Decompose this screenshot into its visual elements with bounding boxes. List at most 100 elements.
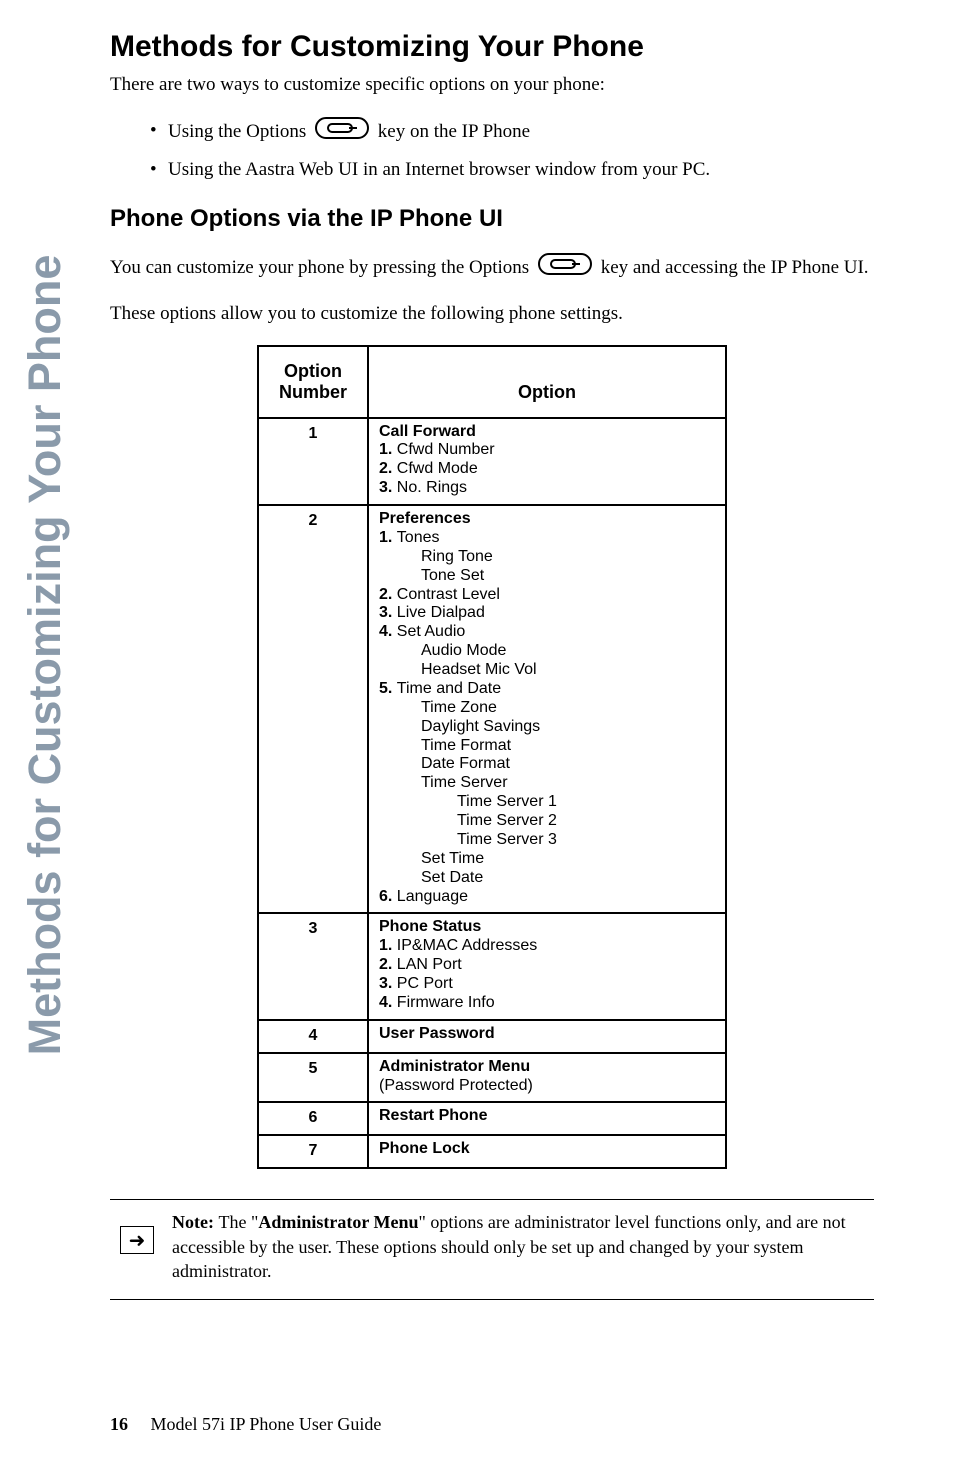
- subsection-title: Phone Options via the IP Phone UI: [110, 205, 874, 233]
- option-title: Administrator Menu: [379, 1058, 715, 1077]
- table-cell-option: Restart Phone: [368, 1102, 726, 1135]
- option-subline2: Time Server 2: [379, 812, 715, 831]
- table-cell-option: Phone Lock: [368, 1135, 726, 1168]
- table-cell-number: 5: [258, 1053, 368, 1103]
- option-line: 2. LAN Port: [379, 956, 715, 975]
- table-cell-option: Call Forward1. Cfwd Number2. Cfwd Mode3.…: [368, 418, 726, 506]
- table-row: 3Phone Status1. IP&MAC Addresses2. LAN P…: [258, 913, 726, 1019]
- side-tab: Methods for Customizing Your Phone: [10, 30, 80, 1280]
- option-line-number: 5.: [379, 680, 397, 697]
- table-cell-number: 1: [258, 418, 368, 506]
- table-row: 5Administrator Menu(Password Protected): [258, 1053, 726, 1103]
- option-subline: Audio Mode: [379, 642, 715, 661]
- bullet-item: Using the Aastra Web UI in an Internet b…: [150, 156, 874, 185]
- body1-post: key and accessing the IP Phone UI.: [601, 257, 869, 278]
- option-line-number: 2.: [379, 586, 397, 603]
- option-line-number: 4.: [379, 994, 397, 1011]
- option-line: 1. Tones: [379, 529, 715, 548]
- option-title: Preferences: [379, 510, 715, 529]
- table-cell-option: Preferences1. TonesRing ToneTone Set2. C…: [368, 505, 726, 913]
- table-header-number: Option Number: [258, 346, 368, 418]
- option-title: Restart Phone: [379, 1107, 715, 1126]
- table-row: 7 Phone Lock: [258, 1135, 726, 1168]
- option-subline2: Time Server 3: [379, 831, 715, 850]
- table-header-option: Option: [368, 346, 726, 418]
- option-subline: Daylight Savings: [379, 718, 715, 737]
- options-key-icon: [538, 253, 592, 285]
- table-cell-number: 2: [258, 505, 368, 913]
- table-row: 1Call Forward1. Cfwd Number2. Cfwd Mode3…: [258, 418, 726, 506]
- option-subline: Tone Set: [379, 567, 715, 586]
- option-subline2: Time Server 1: [379, 793, 715, 812]
- bullet-text-pre: Using the Aastra Web UI in an Internet b…: [168, 159, 710, 180]
- option-subline: Time Server: [379, 774, 715, 793]
- table-row: 4 User Password: [258, 1020, 726, 1053]
- page-footer: 16 Model 57i IP Phone User Guide: [110, 1414, 381, 1435]
- note-block: ➜ Note: The "Administrator Menu" options…: [110, 1199, 874, 1300]
- option-subline: Date Format: [379, 755, 715, 774]
- body-text-1: You can customize your phone by pressing…: [110, 253, 874, 285]
- option-line: 4. Firmware Info: [379, 994, 715, 1013]
- table-header-row: Option Number Option: [258, 346, 726, 418]
- option-title: Phone Status: [379, 918, 715, 937]
- note-pre: The ": [218, 1212, 258, 1232]
- page-title: Methods for Customizing Your Phone: [110, 30, 874, 64]
- table-cell-option: User Password: [368, 1020, 726, 1053]
- side-tab-text: Methods for Customizing Your Phone: [19, 255, 71, 1056]
- option-line-number: 2.: [379, 956, 397, 973]
- bullet-list: Using the Options key on the IP Phone Us…: [150, 117, 874, 185]
- footer-text: Model 57i IP Phone User Guide: [151, 1414, 382, 1434]
- options-key-icon: [315, 117, 369, 149]
- option-line: 1. Cfwd Number: [379, 441, 715, 460]
- option-title: Call Forward: [379, 423, 715, 442]
- option-plain: (Password Protected): [379, 1077, 715, 1096]
- option-line: 3. Live Dialpad: [379, 604, 715, 623]
- table-cell-number: 4: [258, 1020, 368, 1053]
- option-title: Phone Lock: [379, 1140, 715, 1159]
- table-cell-option: Phone Status1. IP&MAC Addresses2. LAN Po…: [368, 913, 726, 1019]
- option-subline: Headset Mic Vol: [379, 661, 715, 680]
- option-subline: Ring Tone: [379, 548, 715, 567]
- option-subline: Time Zone: [379, 699, 715, 718]
- option-line-number: 6.: [379, 888, 397, 905]
- body-text-2: These options allow you to customize the…: [110, 300, 874, 329]
- intro-text: There are two ways to customize specific…: [110, 72, 874, 99]
- option-line-number: 4.: [379, 623, 397, 640]
- option-line: 3. PC Port: [379, 975, 715, 994]
- table-cell-number: 6: [258, 1102, 368, 1135]
- note-text: Note: The "Administrator Menu" options a…: [172, 1210, 874, 1283]
- options-table: Option Number Option 1Call Forward1. Cfw…: [257, 345, 727, 1170]
- bullet-text-pre: Using the Options: [168, 121, 311, 142]
- option-line: 6. Language: [379, 888, 715, 907]
- option-line-number: 3.: [379, 975, 397, 992]
- note-bold: Administrator Menu: [258, 1212, 418, 1232]
- page-content: Methods for Customizing Your Phone There…: [0, 0, 954, 1300]
- option-line-number: 1.: [379, 937, 397, 954]
- page-number: 16: [110, 1414, 128, 1434]
- option-line-number: 3.: [379, 479, 397, 496]
- option-line: 2. Cfwd Mode: [379, 460, 715, 479]
- table-row: 6 Restart Phone: [258, 1102, 726, 1135]
- option-line: 3. No. Rings: [379, 479, 715, 498]
- option-subline: Set Time: [379, 850, 715, 869]
- option-line: 4. Set Audio: [379, 623, 715, 642]
- table-cell-option: Administrator Menu(Password Protected): [368, 1053, 726, 1103]
- bullet-text-post: key on the IP Phone: [378, 121, 530, 142]
- option-line: 1. IP&MAC Addresses: [379, 937, 715, 956]
- option-line-number: 2.: [379, 460, 397, 477]
- table-cell-number: 7: [258, 1135, 368, 1168]
- option-line-number: 1.: [379, 441, 397, 458]
- option-line-number: 3.: [379, 604, 397, 621]
- note-label: Note:: [172, 1212, 218, 1232]
- table-row: 2Preferences1. TonesRing ToneTone Set2. …: [258, 505, 726, 913]
- option-title: User Password: [379, 1025, 715, 1044]
- option-line: 5. Time and Date: [379, 680, 715, 699]
- option-subline: Set Date: [379, 869, 715, 888]
- note-arrow-icon: ➜: [120, 1226, 154, 1254]
- bullet-item: Using the Options key on the IP Phone: [150, 117, 874, 149]
- body1-pre: You can customize your phone by pressing…: [110, 257, 534, 278]
- option-subline: Time Format: [379, 737, 715, 756]
- option-line-number: 1.: [379, 529, 397, 546]
- option-line: 2. Contrast Level: [379, 586, 715, 605]
- table-cell-number: 3: [258, 913, 368, 1019]
